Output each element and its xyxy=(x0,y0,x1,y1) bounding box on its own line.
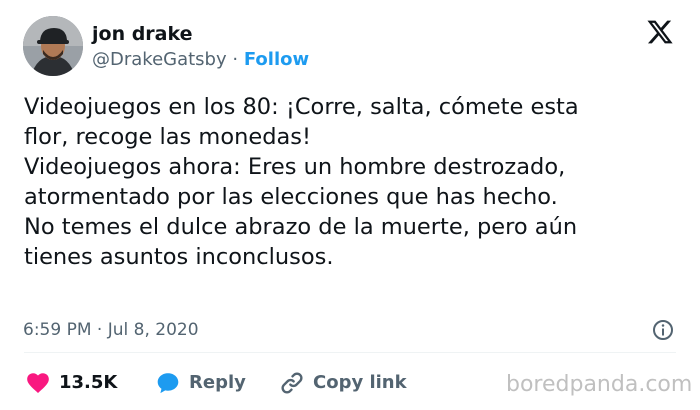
tweet-time[interactable]: 6:59 PM xyxy=(23,320,92,340)
author-handle-row: @DrakeGatsby · Follow xyxy=(92,48,309,72)
divider xyxy=(24,352,676,353)
handle-separator: · xyxy=(232,49,239,70)
speech-bubble-icon xyxy=(157,373,179,394)
follow-button[interactable]: Follow xyxy=(244,49,309,70)
tweet-date[interactable]: Jul 8, 2020 xyxy=(108,320,199,340)
reply-label: Reply xyxy=(189,372,246,393)
heart-icon xyxy=(27,373,49,393)
like-count: 13.5K xyxy=(59,372,118,393)
author-handle[interactable]: @DrakeGatsby xyxy=(92,49,227,70)
reply-button[interactable]: Reply xyxy=(155,369,246,397)
avatar-image xyxy=(23,16,83,76)
link-icon xyxy=(281,372,303,394)
tweet-line: Videojuegos ahora: Eres un hombre destro… xyxy=(24,154,566,180)
tweet-line: Videojuegos en los 80: ¡Corre, salta, có… xyxy=(24,94,579,120)
author-display-name[interactable]: jon drake xyxy=(92,22,193,46)
tweet-line: No temes el dulce abrazo de la muerte, p… xyxy=(24,214,578,240)
like-button[interactable]: 13.5K xyxy=(25,369,117,397)
tweet-line: flor, recoge las monedas! xyxy=(24,124,312,150)
tweet-line: tienes asuntos inconclusos. xyxy=(24,244,334,270)
tweet-text: Videojuegos en los 80: ¡Corre, salta, có… xyxy=(24,92,684,272)
tweet-meta: 6:59 PM · Jul 8, 2020 xyxy=(23,318,199,342)
copy-link-button[interactable]: Copy link xyxy=(279,369,407,397)
meta-separator: · xyxy=(96,320,103,340)
copy-link-label: Copy link xyxy=(313,372,407,393)
watermark: boredpanda.com xyxy=(506,372,693,397)
tweet-line: atormentado por las elecciones que has h… xyxy=(24,184,558,210)
avatar[interactable] xyxy=(23,16,83,76)
info-circle-icon[interactable] xyxy=(651,318,675,342)
x-logo-icon[interactable] xyxy=(646,18,674,46)
